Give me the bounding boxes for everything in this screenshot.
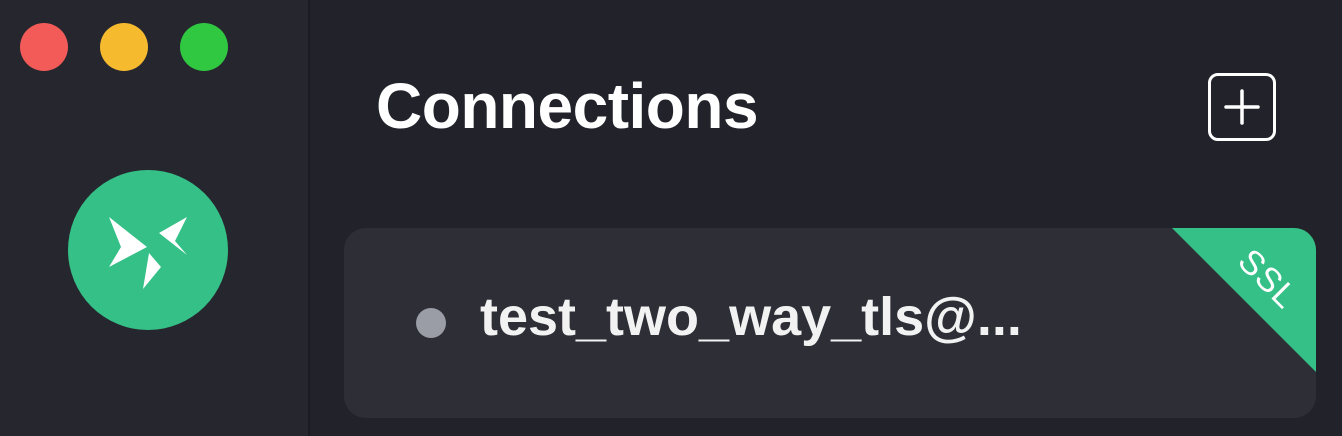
app-window: Connections test_two_way_tls@... SSL xyxy=(0,0,1342,436)
add-connection-button[interactable] xyxy=(1208,73,1276,141)
maximize-window-button[interactable] xyxy=(180,23,228,71)
connection-item[interactable]: test_two_way_tls@... SSL xyxy=(344,228,1316,418)
close-window-button[interactable] xyxy=(20,23,68,71)
page-title: Connections xyxy=(376,70,759,142)
connection-status-indicator xyxy=(416,308,446,338)
left-sidebar xyxy=(0,0,310,436)
connections-panel: Connections test_two_way_tls@... SSL xyxy=(310,0,1342,436)
minimize-window-button[interactable] xyxy=(100,23,148,71)
ssl-badge: SSL xyxy=(1172,228,1316,372)
window-controls xyxy=(20,23,228,71)
app-logo-icon[interactable] xyxy=(68,170,228,330)
mqttx-logo-icon xyxy=(109,217,187,289)
ssl-ribbon-shape xyxy=(1172,228,1316,372)
plus-icon xyxy=(1224,89,1260,125)
connection-name: test_two_way_tls@... xyxy=(480,287,1022,347)
